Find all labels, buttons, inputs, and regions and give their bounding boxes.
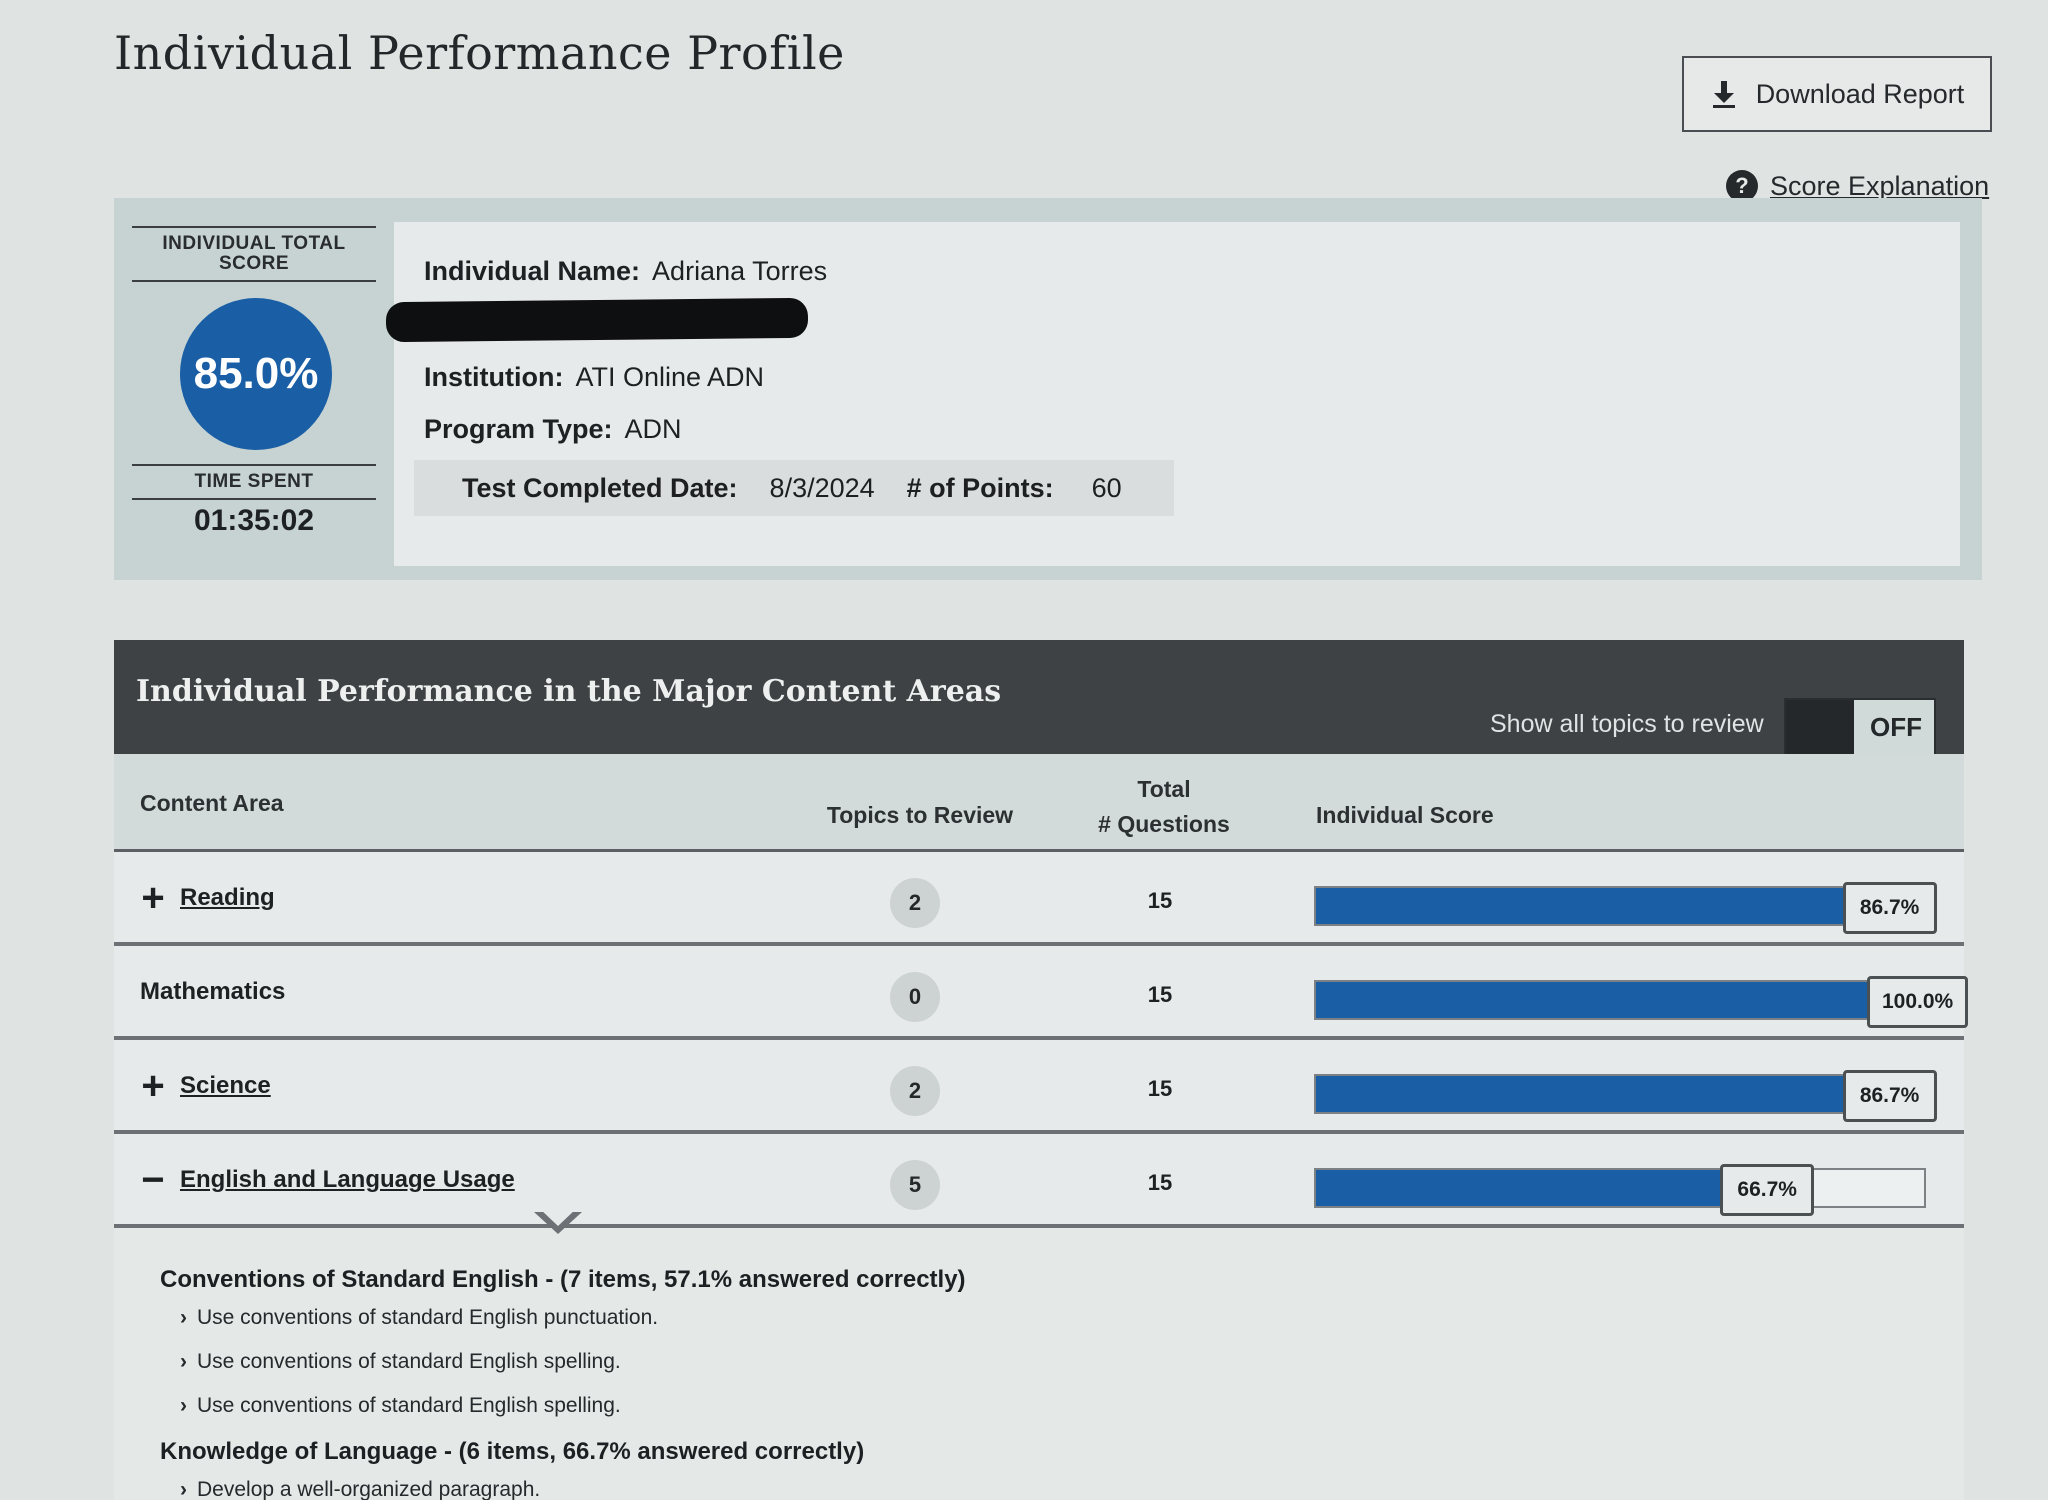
topic-item[interactable]: › Use conventions of standard English pu… <box>180 1306 1660 1330</box>
total-score-label: INDIVIDUAL TOTAL SCORE <box>132 226 376 282</box>
content-area-link-science[interactable]: Science <box>180 1072 271 1100</box>
topic-item[interactable]: › Use conventions of standard English sp… <box>180 1350 1660 1374</box>
individual-name-row: Individual Name: Adriana Torres <box>424 256 827 287</box>
summary-card: INDIVIDUAL TOTAL SCORE 85.0% TIME SPENT … <box>114 198 1982 580</box>
program-type-label: Program Type: <box>424 414 613 444</box>
expanded-topic-details: Conventions of Standard English - (7 ite… <box>160 1266 1660 1500</box>
time-spent-value: 01:35:02 <box>193 504 315 537</box>
expanded-row-caret-fill <box>539 1208 577 1226</box>
chevron-right-icon: › <box>180 1306 187 1329</box>
content-area-text-mathematics: Mathematics <box>140 978 286 1005</box>
score-bar-fill <box>1316 1170 1722 1206</box>
column-header-row: Content Area Topics to Review Total # Qu… <box>114 754 1964 852</box>
column-total-line2: # Questions <box>1098 811 1230 837</box>
topic-item[interactable]: › Develop a well-organized paragraph. <box>180 1478 1660 1500</box>
content-area-link-reading[interactable]: Reading <box>180 884 275 912</box>
download-report-button[interactable]: Download Report <box>1682 56 1992 132</box>
collapse-minus-icon[interactable]: − <box>140 1160 166 1200</box>
chevron-right-icon: › <box>180 1394 187 1417</box>
points-value: 60 <box>1091 472 1122 503</box>
test-date-strip: Test Completed Date: 8/3/2024 # of Point… <box>414 460 1174 516</box>
topic-item-text: Use conventions of standard English spel… <box>197 1394 621 1417</box>
institution-label: Institution: <box>424 362 564 392</box>
program-type-value: ADN <box>624 414 682 444</box>
score-bar-track: 86.7% <box>1314 1070 1937 1122</box>
topics-review-badge: 5 <box>890 1160 940 1210</box>
content-area-link-english[interactable]: English and Language Usage <box>180 1166 515 1194</box>
topic-item-text: Develop a well-organized paragraph. <box>197 1478 541 1500</box>
score-bar-track: 86.7% <box>1314 882 1937 934</box>
column-individual-score: Individual Score <box>1316 802 1494 828</box>
score-bar-label: 86.7% <box>1842 882 1937 934</box>
content-area-name: Mathematics <box>140 978 285 1006</box>
individual-name-value: Adriana Torres <box>652 256 828 286</box>
total-questions: 15 <box>1147 982 1173 1007</box>
info-panel: Individual Name: Adriana Torres Instituti… <box>385 222 1960 566</box>
expand-plus-icon[interactable]: + <box>140 878 166 918</box>
total-score-circle: 85.0% <box>180 298 332 450</box>
table-title: Individual Performance in the Major Cont… <box>136 674 1002 709</box>
topics-review-badge: 2 <box>890 1066 940 1116</box>
page-title: Individual Performance Profile <box>114 26 845 80</box>
points-label: # of Points: <box>906 472 1054 503</box>
institution-row: Institution: ATI Online ADN <box>424 362 764 393</box>
chevron-right-icon: › <box>180 1350 187 1373</box>
topic-heading: Conventions of Standard English - (7 ite… <box>160 1266 966 1293</box>
topics-review-badge: 0 <box>890 972 940 1022</box>
content-area-table: Individual Performance in the Major Cont… <box>114 640 1969 1500</box>
redaction-mark <box>385 297 809 343</box>
topic-item-text: Use conventions of standard English spel… <box>197 1350 621 1373</box>
show-topics-toggle[interactable]: OFF <box>1784 698 1936 756</box>
total-questions: 15 <box>1147 1076 1173 1101</box>
table-row: + Reading 2 15 86.7% <box>114 852 1964 946</box>
table-row: Mathematics 0 15 100.0% <box>114 946 1969 1040</box>
show-topics-label: Show all topics to review <box>1490 710 1764 738</box>
score-bar-track: 100.0% <box>1314 976 1969 1028</box>
content-area-name: − English and Language Usage <box>140 1160 515 1200</box>
individual-name-label: Individual Name: <box>424 256 641 286</box>
score-bar-label: 86.7% <box>1842 1070 1937 1122</box>
table-row: − English and Language Usage 5 15 66.7% <box>114 1134 1964 1228</box>
score-explanation-link[interactable]: Score Explanation <box>1770 171 1989 202</box>
test-completed-label: Test Completed Date: <box>462 472 738 503</box>
column-total-questions: Total # Questions <box>1074 776 1254 838</box>
score-bar-track: 66.7% <box>1314 1164 1926 1216</box>
topic-item-text: Use conventions of standard English punc… <box>197 1306 659 1329</box>
score-column: INDIVIDUAL TOTAL SCORE 85.0% TIME SPENT … <box>114 198 394 580</box>
topics-review-badge: 2 <box>890 878 940 928</box>
toggle-state: OFF <box>1870 712 1922 742</box>
total-questions: 15 <box>1147 888 1173 913</box>
institution-value: ATI Online ADN <box>575 362 765 392</box>
topic-item[interactable]: › Use conventions of standard English sp… <box>180 1394 1660 1418</box>
toggle-knob <box>1786 700 1854 754</box>
score-bar-label: 66.7% <box>1720 1164 1815 1216</box>
total-questions: 15 <box>1147 1170 1173 1195</box>
table-row: + Science 2 15 86.7% <box>114 1040 1964 1134</box>
content-area-name: + Reading <box>140 878 275 918</box>
column-total-line1: Total <box>1137 776 1191 802</box>
column-content-area: Content Area <box>140 790 284 816</box>
expand-plus-icon[interactable]: + <box>140 1066 166 1106</box>
test-completed-value: 8/3/2024 <box>769 472 875 503</box>
score-bar-fill <box>1316 982 1924 1018</box>
program-type-row: Program Type: ADN <box>424 414 682 445</box>
column-topics-to-review: Topics to Review <box>826 802 1014 828</box>
score-bar-label: 100.0% <box>1867 976 1969 1028</box>
content-area-name: + Science <box>140 1066 271 1106</box>
score-bar-fill <box>1316 888 1844 924</box>
download-icon <box>1712 81 1735 108</box>
download-report-label: Download Report <box>1755 78 1965 109</box>
time-spent-label: TIME SPENT <box>132 464 376 500</box>
table-header-bar: Individual Performance in the Major Cont… <box>114 640 1964 756</box>
topic-heading: Knowledge of Language - (6 items, 66.7% … <box>160 1438 865 1465</box>
score-bar-fill <box>1316 1076 1844 1112</box>
chevron-right-icon: › <box>180 1478 187 1500</box>
